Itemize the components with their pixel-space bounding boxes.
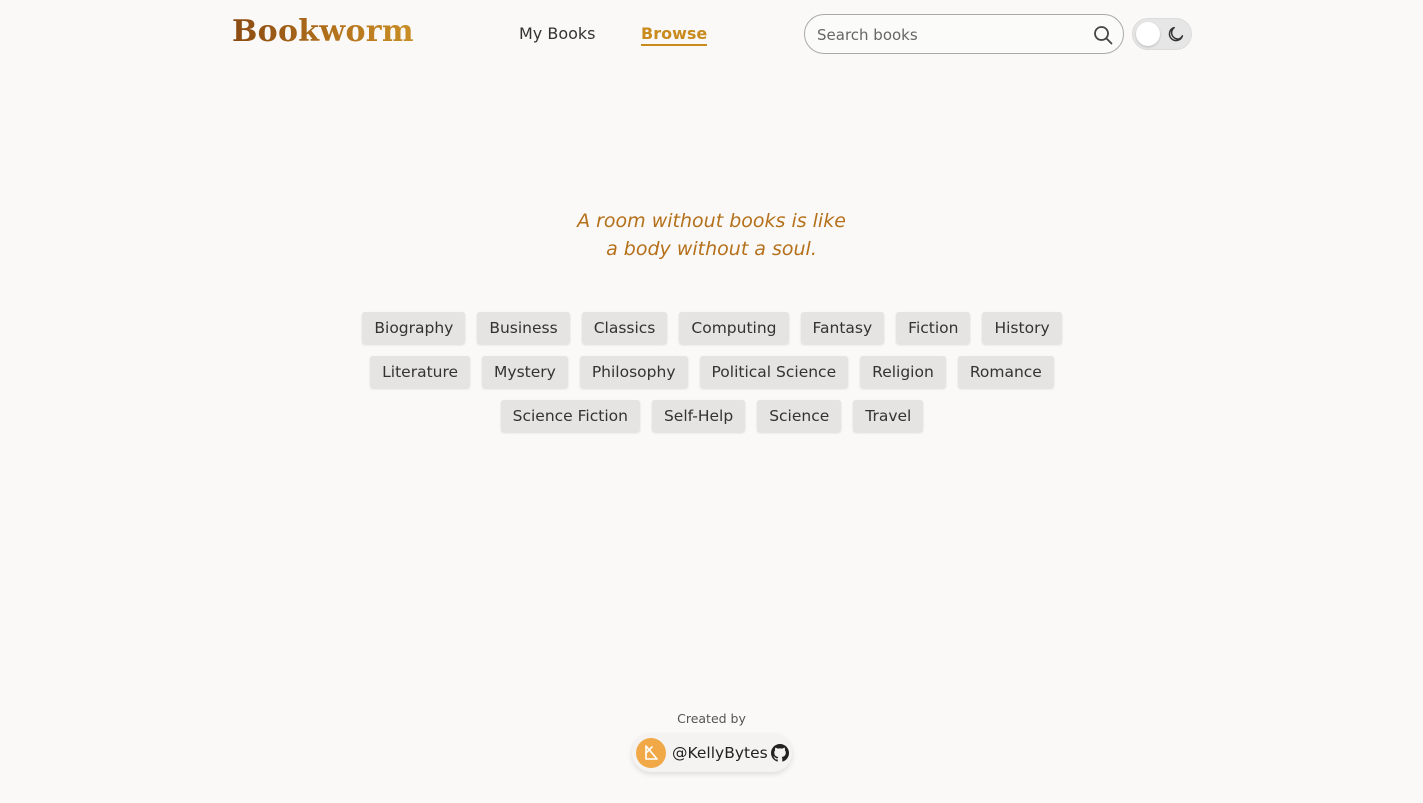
avatar-logo-icon: [645, 745, 658, 760]
category-tag-science-fiction[interactable]: Science Fiction: [500, 400, 640, 432]
category-tag-self-help[interactable]: Self-Help: [651, 400, 746, 432]
header: Bookworm My Books Browse: [0, 0, 1423, 70]
category-tag-philosophy[interactable]: Philosophy: [579, 356, 688, 388]
author-link[interactable]: @KellyBytes: [632, 734, 792, 772]
category-tag-romance[interactable]: Romance: [957, 356, 1054, 388]
category-tag-travel[interactable]: Travel: [853, 400, 924, 432]
category-tag-classics[interactable]: Classics: [581, 312, 668, 344]
category-tag-literature[interactable]: Literature: [370, 356, 471, 388]
quote-line-2: a body without a soul.: [606, 238, 817, 260]
moon-icon: [1168, 26, 1184, 42]
quote: A room without books is like a body with…: [0, 207, 1423, 263]
category-tag-science[interactable]: Science: [757, 400, 842, 432]
search-box: [804, 14, 1124, 54]
nav-my-books[interactable]: My Books: [519, 24, 596, 43]
avatar: [636, 738, 666, 768]
toggle-knob: [1136, 22, 1160, 46]
category-tag-computing[interactable]: Computing: [679, 312, 789, 344]
category-tag-history[interactable]: History: [982, 312, 1062, 344]
category-tag-fiction[interactable]: Fiction: [896, 312, 971, 344]
nav-browse[interactable]: Browse: [641, 24, 708, 46]
author-name: @KellyBytes: [672, 744, 768, 762]
category-tag-political-science[interactable]: Political Science: [699, 356, 849, 388]
search-input[interactable]: [817, 23, 1082, 47]
category-tag-fantasy[interactable]: Fantasy: [800, 312, 885, 344]
category-tag-religion[interactable]: Religion: [860, 356, 946, 388]
github-icon: [770, 744, 789, 762]
category-tag-business[interactable]: Business: [477, 312, 570, 344]
search-icon[interactable]: [1093, 25, 1113, 45]
quote-line-1: A room without books is like: [577, 210, 846, 232]
category-tag-mystery[interactable]: Mystery: [482, 356, 568, 388]
created-by-label: Created by: [677, 711, 746, 726]
category-tag-biography[interactable]: Biography: [362, 312, 466, 344]
category-tags: Biography Business Classics Computing Fa…: [352, 312, 1072, 432]
logo[interactable]: Bookworm: [232, 14, 414, 49]
theme-toggle[interactable]: [1132, 18, 1192, 50]
